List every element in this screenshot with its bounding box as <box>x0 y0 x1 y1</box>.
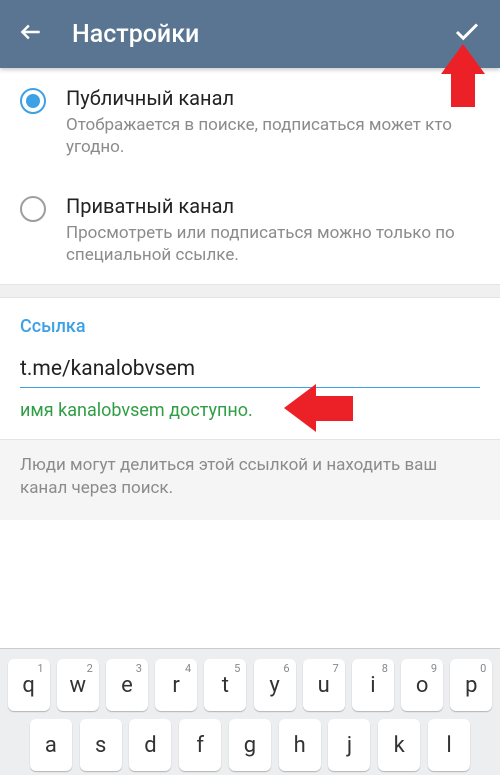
keyboard: q1w2e3r4t5y6u7i8o9p0 asdfghjkl <box>0 648 500 775</box>
radio-unselected-icon <box>20 196 46 222</box>
key-number: 0 <box>480 662 486 675</box>
keyboard-key[interactable]: u7 <box>303 659 345 711</box>
link-input-row[interactable]: t.me/ <box>20 357 480 388</box>
app-header: Настройки <box>0 0 500 68</box>
link-header: Ссылка <box>20 316 480 337</box>
public-channel-label: Публичный канал <box>66 86 480 110</box>
keyboard-key[interactable]: h <box>279 719 321 771</box>
keyboard-key[interactable]: f <box>179 719 221 771</box>
keyboard-key[interactable]: k <box>378 719 420 771</box>
link-hint: Люди могут делиться этой ссылкой и наход… <box>0 439 500 520</box>
key-number: 6 <box>283 662 289 675</box>
channel-type-section: Публичный канал Отображается в поиске, п… <box>0 68 500 284</box>
annotation-arrow-icon <box>441 44 485 74</box>
section-divider <box>0 284 500 298</box>
keyboard-key[interactable]: g <box>229 719 271 771</box>
key-number: 8 <box>382 662 388 675</box>
key-number: 9 <box>431 662 437 675</box>
page-title: Настройки <box>72 20 452 49</box>
back-icon[interactable] <box>18 19 44 49</box>
public-channel-option[interactable]: Публичный канал Отображается в поиске, п… <box>0 68 500 176</box>
keyboard-key[interactable]: l <box>428 719 470 771</box>
annotation-arrow-icon <box>284 384 316 432</box>
public-channel-desc: Отображается в поиске, подписаться может… <box>66 114 480 158</box>
annotation-arrow-body <box>315 396 353 421</box>
keyboard-key[interactable]: d <box>129 719 171 771</box>
key-number: 7 <box>333 662 339 675</box>
private-channel-label: Приватный канал <box>66 194 480 218</box>
link-availability: имя kanalobvsem доступно. <box>20 400 480 421</box>
annotation-arrow-body <box>451 73 475 107</box>
link-prefix: t.me/ <box>20 357 71 381</box>
key-number: 3 <box>136 662 142 675</box>
keyboard-key[interactable]: s <box>80 719 122 771</box>
keyboard-key[interactable]: r4 <box>155 659 197 711</box>
key-number: 1 <box>37 662 43 675</box>
keyboard-key[interactable]: w2 <box>57 659 99 711</box>
keyboard-key[interactable]: q1 <box>8 659 50 711</box>
private-channel-option[interactable]: Приватный канал Просмотреть или подписат… <box>0 176 500 284</box>
key-number: 2 <box>87 662 93 675</box>
link-section: Ссылка t.me/ имя kanalobvsem доступно. <box>0 298 500 425</box>
radio-selected-icon <box>20 88 46 114</box>
link-input[interactable] <box>71 357 271 381</box>
keyboard-key[interactable]: o9 <box>401 659 443 711</box>
keyboard-key[interactable]: a <box>30 719 72 771</box>
keyboard-key[interactable]: j <box>328 719 370 771</box>
keyboard-key[interactable]: p0 <box>450 659 492 711</box>
keyboard-key[interactable]: i8 <box>352 659 394 711</box>
key-number: 5 <box>234 662 240 675</box>
keyboard-key[interactable]: e3 <box>106 659 148 711</box>
private-channel-desc: Просмотреть или подписаться можно только… <box>66 222 480 266</box>
key-number: 4 <box>185 662 191 675</box>
keyboard-key[interactable]: y6 <box>254 659 296 711</box>
keyboard-key[interactable]: t5 <box>204 659 246 711</box>
